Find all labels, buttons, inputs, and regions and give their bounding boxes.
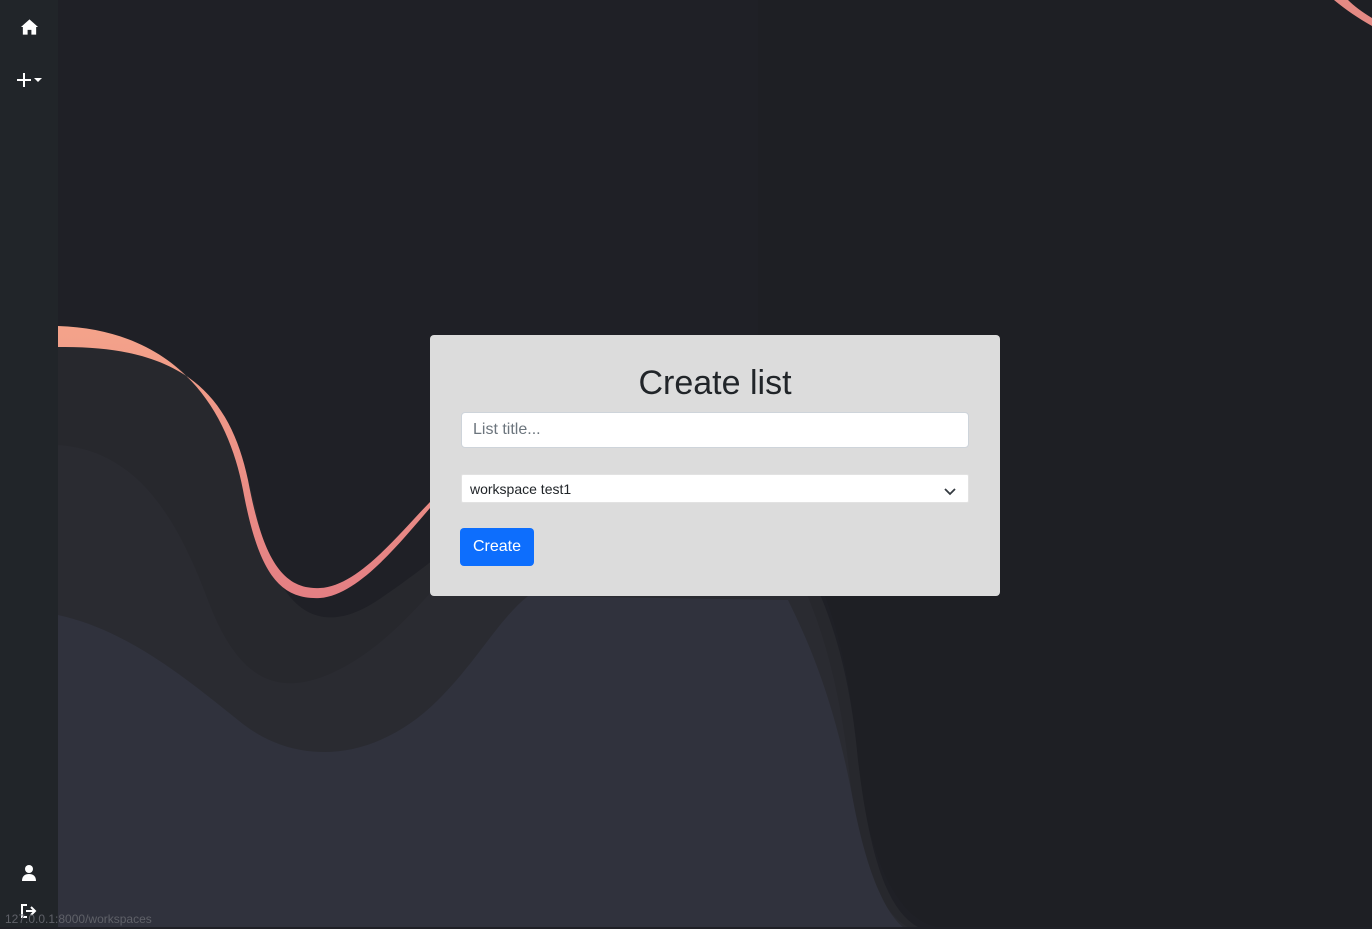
sidebar-item-home[interactable]: [0, 9, 58, 45]
sidebar: [0, 0, 58, 927]
create-button[interactable]: Create: [460, 528, 534, 566]
list-title-input[interactable]: [461, 412, 969, 448]
home-icon: [20, 18, 39, 36]
sidebar-item-create-dropdown[interactable]: [0, 62, 58, 98]
plus-icon: [16, 72, 32, 88]
chevron-down-icon: [944, 483, 956, 501]
caret-down-icon: [34, 77, 42, 83]
sidebar-item-profile[interactable]: [0, 855, 58, 891]
status-bar-url: 127.0.0.1:8000/workspaces: [5, 912, 152, 926]
workspace-select[interactable]: workspace test1: [461, 474, 969, 503]
modal-title: Create list: [638, 364, 792, 402]
user-icon: [21, 864, 37, 882]
workspace-select-value: workspace test1: [470, 481, 572, 497]
create-list-modal: Create list workspace test1 Create: [430, 335, 1000, 596]
